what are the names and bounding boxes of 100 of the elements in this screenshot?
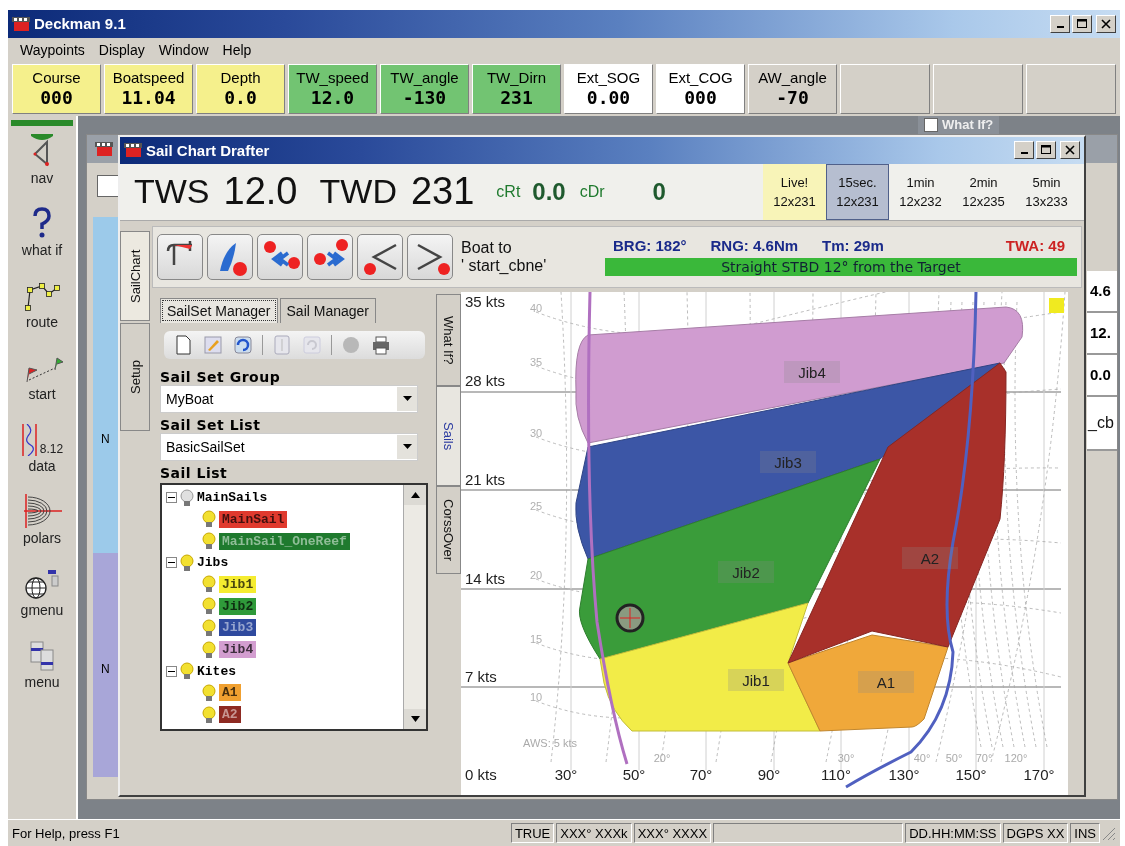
sail-tag[interactable]: A1 <box>219 684 241 702</box>
y-axis-label: 0 kts <box>465 765 497 783</box>
x-axis-label: 110° <box>821 765 851 783</box>
checkbox[interactable] <box>924 117 938 132</box>
nav-button[interactable] <box>307 233 353 280</box>
awa-label: 40° <box>913 751 931 764</box>
minimize-button[interactable] <box>1050 15 1070 33</box>
tree-group-label[interactable]: Jibs <box>197 555 229 571</box>
collapse-icon[interactable] <box>166 665 177 677</box>
instrument-value: 231 <box>500 87 533 109</box>
status-pane: DD.HH:MM:SS <box>905 823 1001 843</box>
status-pane: DGPS XX <box>1002 823 1069 843</box>
side-tab[interactable]: SailChart <box>120 230 150 321</box>
y-axis-label: 21 kts <box>465 470 506 488</box>
nav-button[interactable] <box>157 233 203 280</box>
tree-group-label[interactable]: MainSails <box>197 490 268 506</box>
minimize-button[interactable] <box>1014 141 1034 160</box>
target-text: Boat to <box>461 238 513 257</box>
instrument-value: -70 <box>776 87 809 109</box>
twa-text: TWA: 49 <box>1005 237 1065 255</box>
range-text: RNG: 4.6Nm <box>710 237 799 255</box>
sail-tag[interactable]: Jib2 <box>219 597 257 615</box>
dropdown-arrow-icon[interactable] <box>402 444 412 450</box>
close-button[interactable] <box>1096 15 1116 33</box>
printer-icon[interactable] <box>370 333 392 356</box>
sail-tag[interactable]: MainSail <box>219 510 288 528</box>
close-button[interactable] <box>1060 141 1080 160</box>
nav-button[interactable] <box>407 233 453 280</box>
instrument-label: Depth <box>220 69 261 87</box>
region-label: A2 <box>902 546 958 569</box>
panel-tab[interactable]: SailSet Manager <box>160 297 278 323</box>
checkbox-label: What If? <box>942 117 994 133</box>
side-tab[interactable]: Setup <box>120 322 150 431</box>
app-icon <box>12 16 30 32</box>
sidebar-item[interactable]: start <box>11 335 73 408</box>
instrument-value: 12.0 <box>310 87 355 109</box>
sidebar-item[interactable]: gmenu <box>11 551 73 624</box>
target-marker <box>615 603 645 633</box>
chart-tab[interactable]: CorssOver <box>436 485 461 574</box>
time-text: Tm: 29m <box>822 237 884 255</box>
y-axis-label: 28 kts <box>465 371 506 389</box>
twd-value: 231 <box>410 170 475 214</box>
refresh-icon[interactable] <box>232 333 254 356</box>
globe-icon <box>24 567 60 600</box>
period-button[interactable]: Live! 12x231 <box>763 163 826 220</box>
x-axis-label: 90° <box>757 765 781 783</box>
menubar-entry[interactable]: Display <box>98 39 145 60</box>
sidebar-item[interactable]: what if <box>11 191 73 264</box>
minimize-icon <box>1056 26 1064 28</box>
maximize-button[interactable] <box>1036 141 1056 160</box>
dropdown-field[interactable]: MyBoat <box>160 384 418 413</box>
maximize-icon <box>1077 19 1087 29</box>
close-icon <box>1065 145 1075 156</box>
dropdown-arrow-icon[interactable] <box>402 396 412 402</box>
scroll-down-icon[interactable] <box>410 715 420 722</box>
period-button[interactable]: 15sec. 12x231 <box>826 163 889 220</box>
sidebar-item[interactable]: route <box>11 263 73 336</box>
panel-tab[interactable]: Sail Manager <box>279 297 376 323</box>
aws-label: 15 <box>529 632 543 645</box>
period-button[interactable]: 5min 13x233 <box>1015 163 1078 220</box>
bulb-icon <box>202 532 216 551</box>
menubar-entry[interactable]: Waypoints <box>20 39 85 60</box>
period-button[interactable]: 2min 12x235 <box>952 163 1015 220</box>
scroll-up-icon[interactable] <box>410 491 420 498</box>
x-axis-label: 30° <box>554 765 578 783</box>
nav-button[interactable] <box>257 233 303 280</box>
nav-button[interactable] <box>207 233 253 280</box>
sail-region[interactable] <box>575 306 1024 444</box>
region-label: Jib2 <box>718 560 774 583</box>
bulb-icon <box>202 597 216 616</box>
menubar-entry[interactable]: Help <box>222 39 252 60</box>
region-label: Jib3 <box>760 450 816 473</box>
tree-group-label[interactable]: Kites <box>197 663 236 679</box>
nav-button[interactable] <box>357 233 403 280</box>
instrument-label: TW_speed <box>296 69 369 87</box>
maximize-button[interactable] <box>1072 15 1092 33</box>
instrument-label: Course <box>32 69 81 87</box>
sail-tag[interactable]: Jib1 <box>219 575 257 593</box>
chart-tab[interactable]: What If? <box>436 293 461 386</box>
sidebar-item[interactable]: polars <box>11 479 73 552</box>
period-button[interactable]: 1min 12x232 <box>889 163 952 220</box>
chart-tab[interactable]: Sails <box>436 385 461 486</box>
sidebar-item[interactable]: 8.12 data <box>11 407 73 480</box>
status-pane: XXX° XXXX <box>633 823 712 843</box>
sail-tag[interactable]: Jib4 <box>219 641 257 659</box>
x-axis-label: 70° <box>689 765 713 783</box>
sail-region[interactable] <box>599 602 821 732</box>
sail-region[interactable] <box>787 634 949 732</box>
minimize-icon <box>1020 152 1028 155</box>
status-pane: XXX° XXXk <box>556 823 632 843</box>
status-pane: TRUE <box>510 823 555 843</box>
toolbar-button[interactable] <box>97 174 121 197</box>
dropdown-field[interactable]: BasicSailSet <box>160 432 418 461</box>
status-pane: INS <box>1070 823 1100 843</box>
scrollbar[interactable] <box>403 484 426 729</box>
menubar-entry[interactable]: Window <box>158 39 209 60</box>
collapse-icon[interactable] <box>166 492 177 504</box>
sidebar-item[interactable]: menu <box>11 623 73 696</box>
collapse-icon[interactable] <box>166 557 177 569</box>
sail-region[interactable] <box>578 458 881 660</box>
